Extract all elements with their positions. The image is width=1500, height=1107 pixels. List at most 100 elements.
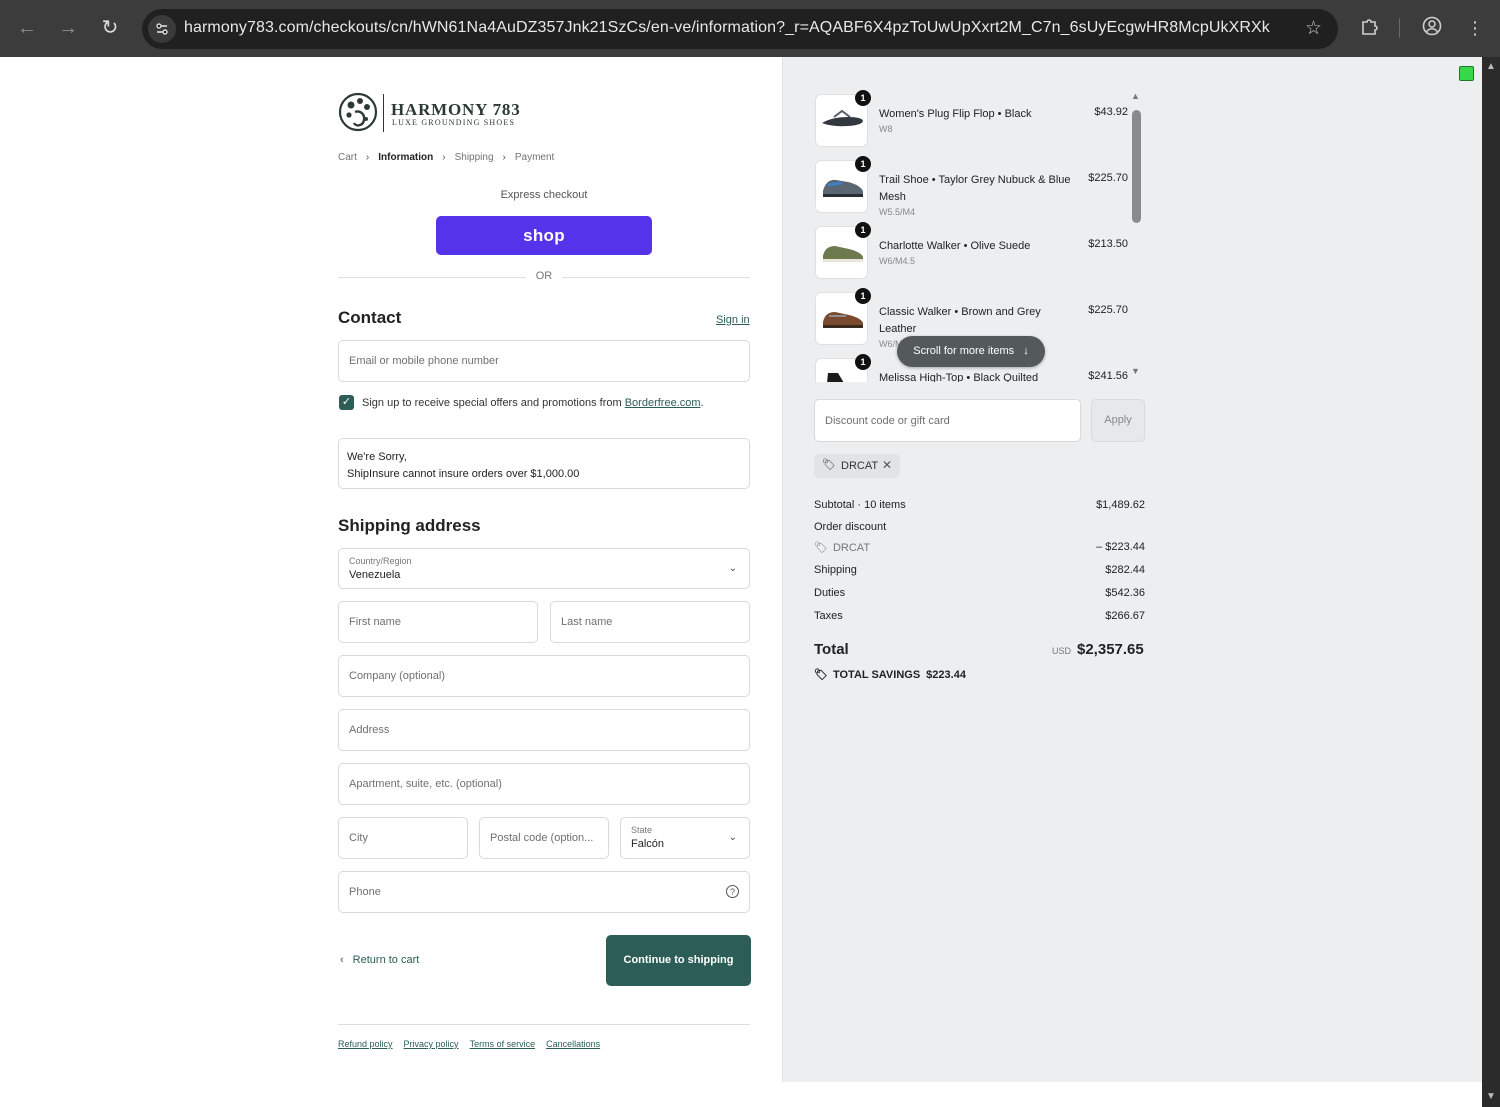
quantity-badge: 1 xyxy=(855,156,871,172)
shop-pay-button[interactable]: shop xyxy=(436,216,652,255)
or-label: OR xyxy=(526,270,562,282)
brand-name: HARMONY 783 xyxy=(391,100,521,119)
forward-arrow-icon[interactable]: → xyxy=(54,14,82,42)
footer-divider xyxy=(338,1024,750,1025)
notice-title: We're Sorry, xyxy=(347,451,407,463)
terms-of-service-link[interactable]: Terms of service xyxy=(470,1039,536,1049)
item-name: Melissa High-Top • Black Quilted xyxy=(879,372,1039,382)
chevron-left-icon: ‹ xyxy=(340,954,344,966)
cart-scroll-thumb[interactable] xyxy=(1132,110,1141,223)
applied-discount-chip: 🏷︎ DRCAT ✕ xyxy=(814,454,900,478)
page-scrollbar[interactable]: ▲ ▼ xyxy=(1482,57,1500,1107)
total-savings: 🏷︎ TOTAL SAVINGS $223.44 xyxy=(814,669,966,681)
taxes-row: Taxes $266.67 xyxy=(814,610,1145,622)
last-name-field[interactable]: Last name xyxy=(550,601,750,643)
email-field[interactable]: Email or mobile phone number xyxy=(338,340,750,382)
chevron-down-icon: ⌄ xyxy=(728,562,737,574)
currency-code: USD xyxy=(1052,646,1072,656)
address-field[interactable]: Address xyxy=(338,709,750,751)
phone-field[interactable]: Phone ? xyxy=(338,871,750,913)
borderfree-link[interactable]: Borderfree.com xyxy=(625,397,701,409)
express-checkout-label: Express checkout xyxy=(500,189,588,201)
cart-item: 1 Women's Plug Flip Flop • Black W8 $43.9… xyxy=(814,90,1129,150)
item-price: $225.70 xyxy=(1088,304,1128,316)
bookmark-star-icon[interactable]: ☆ xyxy=(1305,17,1322,40)
back-arrow-icon[interactable]: ← xyxy=(13,14,41,42)
remove-discount-icon[interactable]: ✕ xyxy=(882,458,892,472)
help-icon[interactable]: ? xyxy=(726,885,739,898)
apply-discount-button[interactable]: Apply xyxy=(1091,399,1145,442)
chevron-down-icon: ⌄ xyxy=(728,831,737,843)
country-select[interactable]: Country/Region Venezuela ⌄ xyxy=(338,548,750,589)
cancellations-link[interactable]: Cancellations xyxy=(546,1039,600,1049)
total-label: Total xyxy=(814,641,849,658)
scroll-down-arrow-icon[interactable]: ▼ xyxy=(1486,1091,1496,1102)
total-value: $2,357.65 xyxy=(1077,641,1144,658)
site-info-icon[interactable] xyxy=(148,15,176,43)
country-label: Country/Region xyxy=(349,556,412,566)
duties-row: Duties $542.36 xyxy=(814,587,1145,599)
quantity-badge: 1 xyxy=(855,354,871,370)
first-name-field[interactable]: First name xyxy=(338,601,538,643)
brand-tagline: LUXE GROUNDING SHOES xyxy=(392,118,516,127)
breadcrumb: Cart › Information › Shipping › Payment xyxy=(338,152,554,163)
duties-value: $542.36 xyxy=(1105,587,1145,599)
return-to-cart-link[interactable]: ‹ Return to cart xyxy=(340,954,419,966)
email-placeholder: Email or mobile phone number xyxy=(349,355,499,367)
savings-value: $223.44 xyxy=(926,669,966,681)
item-price: $225.70 xyxy=(1088,172,1128,184)
savings-tag-icon: 🏷︎ xyxy=(814,669,828,681)
item-variant: W6/M4.5 xyxy=(879,256,916,266)
item-name: Women's Plug Flip Flop • Black W8 xyxy=(879,106,1079,136)
menu-icon[interactable]: ⋮ xyxy=(1462,15,1488,41)
browser-toolbar: ← → ↻ harmony783.com/checkouts/cn/hWN61N… xyxy=(0,0,1500,57)
quantity-badge: 1 xyxy=(855,288,871,304)
extension-status-indicator xyxy=(1459,66,1474,81)
discount-code-row: 🏷︎ DRCAT – $223.44 xyxy=(814,541,1145,554)
privacy-policy-link[interactable]: Privacy policy xyxy=(404,1039,459,1049)
item-price: $43.92 xyxy=(1094,106,1128,118)
reload-icon[interactable]: ↻ xyxy=(96,14,124,42)
country-value: Venezuela xyxy=(349,569,401,581)
offers-label: Sign up to receive special offers and pr… xyxy=(362,397,704,409)
contact-heading: Contact xyxy=(338,308,402,327)
postal-code-field[interactable]: Postal code (option... xyxy=(479,817,609,859)
arrow-down-icon: ↓ xyxy=(1023,345,1029,357)
scroll-for-more-button[interactable]: Scroll for more items ↓ xyxy=(897,336,1045,367)
chevron-right-icon: › xyxy=(365,152,370,163)
address-bar[interactable]: harmony783.com/checkouts/cn/hWN61Na4AuDZ… xyxy=(142,9,1338,49)
chevron-right-icon: › xyxy=(442,152,446,163)
footer-links: Refund policy Privacy policy Terms of serv… xyxy=(338,1039,611,1049)
notice-body: ShipInsure cannot insure orders over $1,… xyxy=(347,468,580,480)
scroll-down-arrow-icon[interactable]: ▼ xyxy=(1131,366,1140,376)
item-name: Charlotte Walker • Olive Suede W6/M4.5 xyxy=(879,238,1079,268)
breadcrumb-payment: Payment xyxy=(514,152,555,163)
taxes-value: $266.67 xyxy=(1105,610,1145,622)
apartment-field[interactable]: Apartment, suite, etc. (optional) xyxy=(338,763,750,805)
scroll-up-arrow-icon[interactable]: ▲ xyxy=(1486,61,1496,72)
item-price: $213.50 xyxy=(1088,238,1128,250)
chevron-right-icon: › xyxy=(502,152,506,163)
state-select[interactable]: State Falcón ⌄ xyxy=(620,817,750,859)
scroll-up-arrow-icon[interactable]: ▲ xyxy=(1131,91,1140,101)
subtotal-value: $1,489.62 xyxy=(1096,499,1145,511)
offers-checkbox[interactable]: ✓ xyxy=(339,395,354,410)
continue-to-shipping-button[interactable]: Continue to shipping xyxy=(606,935,751,986)
profile-icon[interactable] xyxy=(1419,15,1445,41)
breadcrumb-information: Information xyxy=(378,152,434,163)
breadcrumb-cart[interactable]: Cart xyxy=(338,152,357,163)
logo-divider xyxy=(383,94,384,132)
company-field[interactable]: Company (optional) xyxy=(338,655,750,697)
refund-policy-link[interactable]: Refund policy xyxy=(338,1039,393,1049)
toolbar-divider xyxy=(1399,18,1400,38)
discount-code-field[interactable]: Discount code or gift card xyxy=(814,399,1081,442)
logo-mark-icon xyxy=(338,92,378,132)
extensions-icon[interactable] xyxy=(1357,15,1383,41)
sign-in-link[interactable]: Sign in xyxy=(716,314,750,326)
store-logo[interactable]: HARMONY 783 LUXE GROUNDING SHOES xyxy=(338,92,538,134)
tag-icon: 🏷︎ xyxy=(814,542,828,554)
state-value: Falcón xyxy=(631,838,665,850)
cart-item: 1 Trail Shoe • Taylor Grey Nubuck & Blue… xyxy=(814,156,1129,217)
discount-value: – $223.44 xyxy=(1096,541,1145,553)
city-field[interactable]: City xyxy=(338,817,468,859)
